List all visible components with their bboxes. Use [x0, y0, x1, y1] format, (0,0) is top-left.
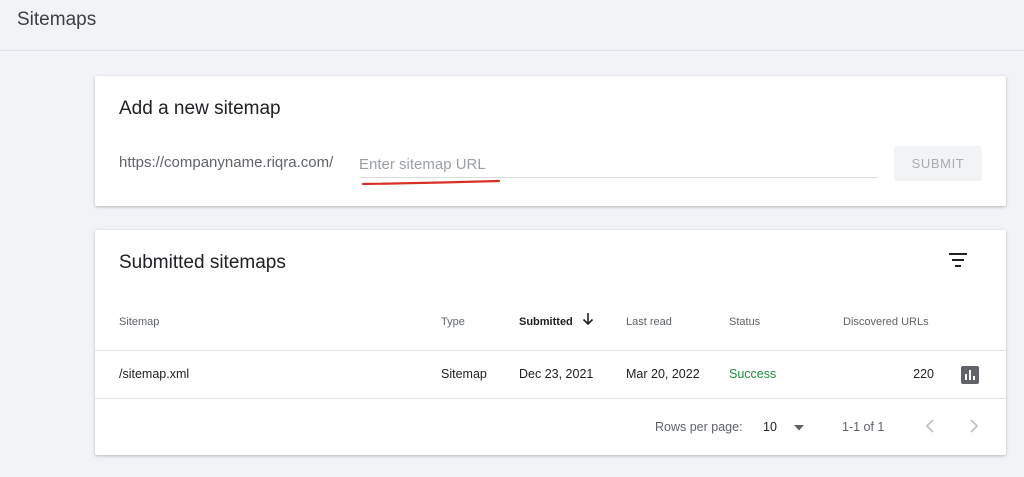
- cell-status: Success: [729, 367, 777, 381]
- bar-chart-icon[interactable]: [961, 366, 979, 384]
- submitted-sitemaps-title: Submitted sitemaps: [119, 252, 286, 273]
- cell-sitemap: /sitemap.xml: [119, 367, 190, 381]
- column-header-status[interactable]: Status: [729, 316, 760, 328]
- column-header-sitemap[interactable]: Sitemap: [119, 316, 159, 328]
- cell-discovered-urls: 220: [913, 367, 934, 381]
- cell-submitted: Dec 23, 2021: [519, 367, 594, 381]
- chevron-left-icon[interactable]: [924, 418, 936, 434]
- column-header-type[interactable]: Type: [441, 316, 465, 328]
- red-underline-annotation: [361, 179, 501, 186]
- arrow-down-icon[interactable]: [582, 312, 594, 326]
- submit-button[interactable]: SUBMIT: [894, 146, 982, 181]
- header-divider: [95, 350, 1006, 351]
- column-header-submitted[interactable]: Submitted: [519, 316, 573, 328]
- filter-icon[interactable]: [948, 251, 968, 269]
- rows-per-page-select[interactable]: 10: [763, 417, 809, 437]
- triangle-down-icon: [794, 425, 804, 431]
- rows-per-page-value: 10: [763, 420, 777, 434]
- cell-type: Sitemap: [441, 367, 487, 381]
- add-sitemap-title: Add a new sitemap: [119, 98, 281, 119]
- cell-last-read: Mar 20, 2022: [626, 367, 700, 381]
- url-prefix: https://companyname.riqra.com/: [119, 154, 334, 171]
- submitted-sitemaps-card: Submitted sitemaps Sitemap Type Submitte…: [95, 230, 1006, 455]
- column-header-last-read[interactable]: Last read: [626, 316, 672, 328]
- pagination-range: 1-1 of 1: [842, 420, 885, 434]
- sitemap-url-input[interactable]: [359, 152, 878, 178]
- column-header-discovered-urls[interactable]: Discovered URLs: [843, 316, 929, 328]
- chevron-right-icon[interactable]: [968, 418, 980, 434]
- row-divider: [95, 398, 1006, 399]
- add-sitemap-card: Add a new sitemap https://companyname.ri…: [95, 76, 1006, 206]
- page-header: Sitemaps: [0, 0, 1024, 51]
- page-title: Sitemaps: [17, 9, 97, 30]
- rows-per-page-label: Rows per page:: [655, 420, 743, 434]
